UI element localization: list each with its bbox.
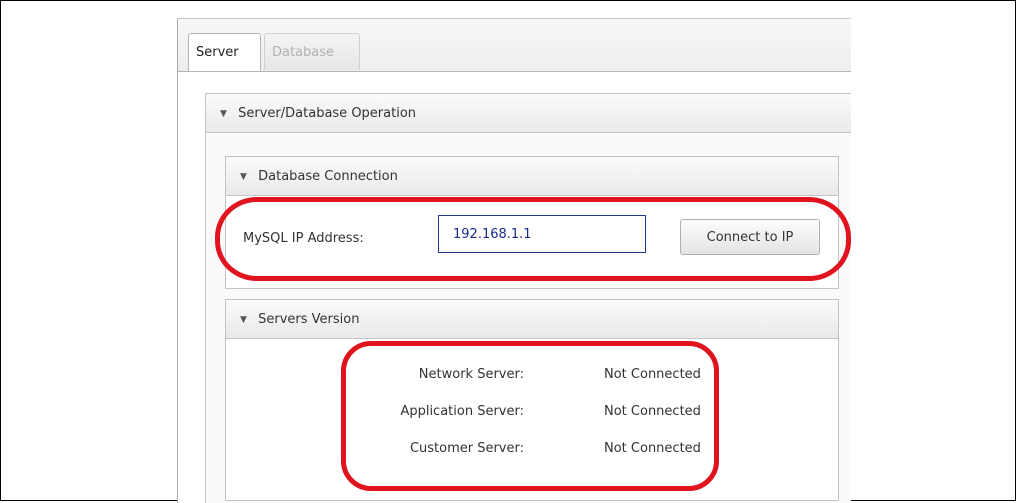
tab-database[interactable]: Database bbox=[264, 33, 360, 70]
mysql-ip-input[interactable] bbox=[438, 215, 646, 253]
triangle-down-icon: ▼ bbox=[220, 109, 227, 119]
app-window: Server Database ▼ Server/Database Operat… bbox=[177, 18, 851, 503]
status-value: Not Connected bbox=[604, 367, 701, 382]
servers-version-header[interactable]: ▼ Servers Version bbox=[226, 300, 838, 339]
triangle-down-icon: ▼ bbox=[240, 172, 247, 182]
application-server-row: Application Server: Not Connected bbox=[226, 404, 838, 424]
pane-title: Database Connection bbox=[258, 169, 398, 184]
status-value: Not Connected bbox=[604, 441, 701, 456]
triangle-down-icon: ▼ bbox=[240, 315, 247, 325]
mysql-ip-label: MySQL IP Address: bbox=[243, 231, 364, 246]
status-label: Customer Server: bbox=[409, 441, 524, 456]
server-database-operation-header[interactable]: ▼ Server/Database Operation bbox=[206, 94, 851, 133]
pane-title: Servers Version bbox=[258, 312, 360, 327]
tab-strip: Server Database bbox=[178, 19, 851, 72]
tab-server[interactable]: Server bbox=[188, 33, 261, 71]
database-connection-header[interactable]: ▼ Database Connection bbox=[226, 157, 838, 196]
status-label: Network Server: bbox=[418, 367, 524, 382]
status-label: Application Server: bbox=[400, 404, 524, 419]
status-value: Not Connected bbox=[604, 404, 701, 419]
network-server-row: Network Server: Not Connected bbox=[226, 367, 838, 387]
pane-title: Server/Database Operation bbox=[238, 106, 417, 121]
screenshot-frame: Server Database ▼ Server/Database Operat… bbox=[0, 0, 1016, 503]
connect-to-ip-button[interactable]: Connect to IP bbox=[680, 219, 820, 255]
customer-server-row: Customer Server: Not Connected bbox=[226, 441, 838, 461]
servers-version-pane: ▼ Servers Version Network Server: Not Co… bbox=[225, 299, 839, 501]
